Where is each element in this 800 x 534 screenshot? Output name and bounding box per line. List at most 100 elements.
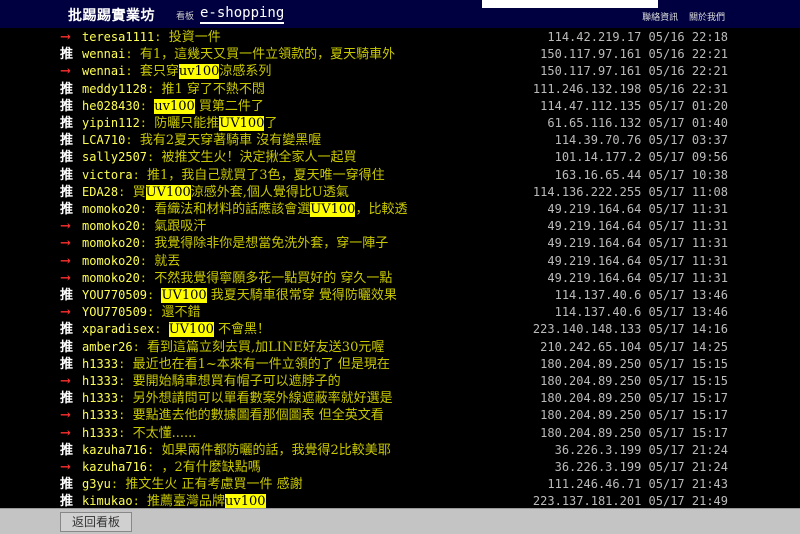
comment-row: → h1333: 要點進去他的數據圖看那個圖表 但全英文看 180.204.89.2… <box>60 407 740 424</box>
site-title[interactable]: 批踢踢實業坊 <box>68 5 155 25</box>
comment-body: h1333: 另外想請問可以單看數案外線遮蔽率就好選是 <box>82 390 393 407</box>
comment-ip: 49.219.164.64 <box>547 236 642 251</box>
push-tag: 推 <box>60 339 74 355</box>
comment-ip: 49.219.164.64 <box>547 253 642 268</box>
comment-separator: : <box>110 477 126 492</box>
comment-user-id[interactable]: g3yu <box>82 477 111 491</box>
comment-ip: 114.137.40.6 <box>554 305 642 320</box>
comment-ip: 114.42.219.17 <box>547 30 642 44</box>
keyword-highlight: uv100 <box>225 494 266 508</box>
comment-user-id[interactable]: meddy1128 <box>82 82 147 96</box>
comment-ip-date: 61.65.116.132 05/17 01:40 <box>547 115 728 132</box>
comment-text: 推薦臺灣品牌uv100 <box>147 494 266 508</box>
comment-text: 套只穿uv100涼感系列 <box>140 64 271 80</box>
comment-separator: : <box>139 202 155 216</box>
comment-ip-date: 111.246.46.71 05/17 21:43 <box>547 476 728 493</box>
comment-separator: : <box>147 288 162 302</box>
comment-row: 推 wennai: 有1，這幾天又買一件立領款的，夏天騎車外 150.117.97.… <box>60 46 740 63</box>
comment-body: he028430: uv100 買第二件了 <box>82 98 264 115</box>
comment-body: h1333: 要點進去他的數據圖看那個圖表 但全英文看 <box>82 407 384 424</box>
arrow-tag: → <box>60 460 71 475</box>
comment-separator: : <box>139 116 155 130</box>
comment-ip: 36.226.3.199 <box>554 442 642 457</box>
comment-text: 要開始騎車想買有帽子可以遮脖子的 <box>133 374 341 389</box>
comment-text: UV100 不會黑！ <box>168 322 270 338</box>
nav-about-link[interactable]: 關於我們 <box>689 13 725 23</box>
comment-user-id[interactable]: h1333 <box>82 426 118 440</box>
comment-user-id[interactable]: xparadisex <box>82 322 154 336</box>
keyword-highlight: uv100 <box>154 98 195 114</box>
comment-ip-date: 114.137.40.6 05/17 13:46 <box>555 304 728 321</box>
comment-user-id[interactable]: he028430 <box>82 99 140 113</box>
comment-text: 如果兩件都防曬的話，我覺得2比較美耶 <box>161 443 390 458</box>
arrow-tag: → <box>60 305 71 321</box>
comment-ip: 111.246.46.71 <box>547 477 642 492</box>
back-to-board-button[interactable]: 返回看板 <box>60 512 132 532</box>
comment-user-id[interactable]: momoko20 <box>82 219 140 233</box>
comment-user-id[interactable]: momoko20 <box>82 254 140 268</box>
board-name-link[interactable]: e-shopping <box>200 5 285 24</box>
comment-text-segment: 看到這篇立刻去買,加LINE好友送30元喔 <box>147 339 385 355</box>
comment-text-segment: 投資一件 <box>168 30 221 45</box>
comment-user-id[interactable]: yipin112 <box>82 116 140 130</box>
comment-separator: : <box>139 236 155 251</box>
comment-user-id[interactable]: EDA28 <box>82 185 118 199</box>
nav-contact-link[interactable]: 聯絡資訊 <box>642 13 678 23</box>
comment-user-id[interactable]: h1333 <box>82 391 118 405</box>
comment-ip-date: 163.16.65.44 05/17 10:38 <box>555 167 728 184</box>
comment-user-id[interactable]: h1333 <box>82 408 118 422</box>
comment-row: 推 meddy1128: 推1 穿了不熱不悶 111.246.132.198 05/… <box>60 81 740 98</box>
comment-body: teresa1111: 投資一件 <box>82 29 221 46</box>
comment-row: → teresa1111: 投資一件 114.42.219.17 05/16 22:… <box>60 29 740 46</box>
comment-text: 不然我覺得寧願多花一點買好的 穿久一點 <box>154 271 392 286</box>
comment-user-id[interactable]: kazuha716 <box>82 443 147 457</box>
arrow-tag: → <box>60 270 71 286</box>
comment-user-id[interactable]: h1333 <box>82 374 118 388</box>
comment-user-id[interactable]: YOU770509 <box>82 305 147 319</box>
top-nav-links: 聯絡資訊 關於我們 <box>634 10 725 23</box>
comment-row: 推 h1333: 另外想請問可以單看數案外線遮蔽率就好選是 180.204.89.2… <box>60 390 740 407</box>
comment-separator: : <box>147 460 162 474</box>
comment-user-id[interactable]: YOU770509 <box>82 288 147 302</box>
push-tag: 推 <box>60 47 74 63</box>
push-tag: 推 <box>60 150 74 166</box>
comment-user-id[interactable]: wennai <box>82 47 125 61</box>
comment-ip-date: 180.204.89.250 05/17 15:17 <box>540 407 728 424</box>
comment-user-id[interactable]: momoko20 <box>82 236 140 250</box>
push-tag: 推 <box>60 184 74 200</box>
comment-user-id[interactable]: sally2507 <box>82 150 147 164</box>
comment-body: sally2507: 被推文生火！決定揪全家人一起買 <box>82 149 357 166</box>
comment-separator: : <box>154 322 169 337</box>
comment-date: 05/17 15:17 <box>641 425 728 440</box>
comment-date: 05/17 03:37 <box>641 133 728 148</box>
comment-user-id[interactable]: LCA710 <box>82 133 125 147</box>
comment-date: 05/17 10:38 <box>641 167 728 182</box>
comment-text: 不太懂...... <box>133 426 197 441</box>
comment-body: victora: 推1，我自己就買了3色，夏天唯一穿得住 <box>82 167 385 184</box>
comment-ip-date: 114.42.219.17 05/16 22:18 <box>547 29 728 46</box>
comment-ip: 180.204.89.250 <box>540 408 642 423</box>
comment-ip: 49.219.164.64 <box>547 219 642 234</box>
comment-date: 05/17 11:08 <box>641 184 728 199</box>
comment-user-id[interactable]: momoko20 <box>82 202 140 216</box>
comment-date: 05/17 09:56 <box>641 150 728 165</box>
comment-user-id[interactable]: momoko20 <box>82 271 140 285</box>
comment-user-id[interactable]: kazuha716 <box>82 460 147 474</box>
breadcrumb-label: 看板 <box>176 12 195 22</box>
comment-date: 05/17 11:31 <box>641 219 728 234</box>
comment-separator: : <box>125 133 140 148</box>
comment-user-id[interactable]: h1333 <box>82 357 118 371</box>
comment-text: 還不錯 <box>161 305 200 320</box>
comment-user-id[interactable]: victora <box>82 168 133 182</box>
comment-ip: 49.219.164.64 <box>547 202 642 216</box>
comment-row: 推 yipin112: 防曬只能推UV100了 61.65.116.132 05/1… <box>60 115 740 132</box>
comment-body: momoko20: 我覺得除非你是想當免洗外套，穿一陣子 <box>82 235 388 252</box>
comment-text-segment: 涼感外套,個人覺得比U透氣 <box>190 184 349 200</box>
comment-ip: 180.204.89.250 <box>540 374 642 388</box>
comment-user-id[interactable]: kimukao <box>82 494 133 508</box>
comment-user-id[interactable]: wennai <box>82 64 125 78</box>
comment-text: 我覺得除非你是想當免洗外套，穿一陣子 <box>154 236 388 251</box>
comment-user-id[interactable]: amber26 <box>82 340 133 354</box>
comment-date: 05/17 21:49 <box>641 494 728 508</box>
comment-user-id[interactable]: teresa1111 <box>82 30 154 44</box>
